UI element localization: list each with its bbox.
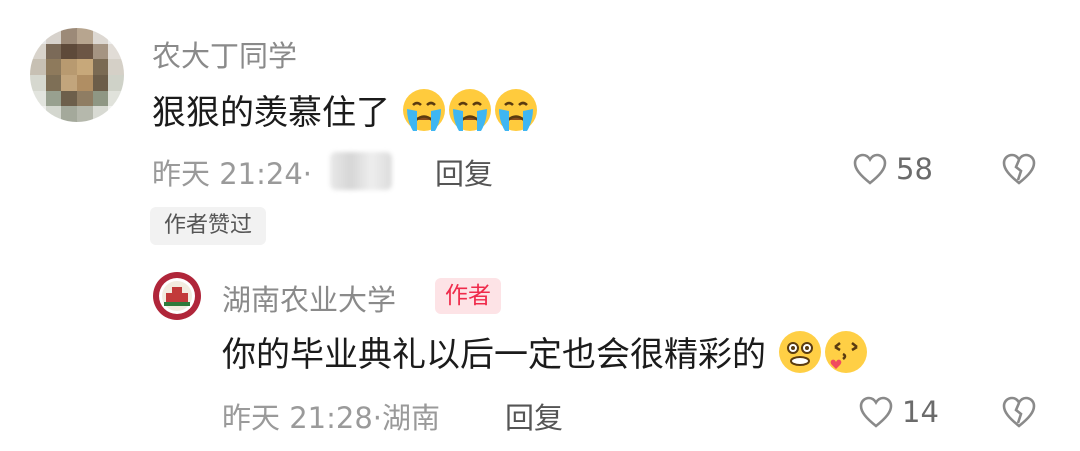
reply-text: 你的毕业典礼以后一定也会很精彩的 xyxy=(222,335,766,375)
dislike-button[interactable] xyxy=(1001,152,1037,190)
crying-face-emoji xyxy=(447,87,493,142)
heart-icon xyxy=(852,152,888,190)
broken-heart-icon xyxy=(1001,395,1037,433)
crying-face-emoji xyxy=(401,87,447,142)
reply-text-row: 你的毕业典礼以后一定也会很精彩的 xyxy=(222,327,869,384)
commenter-avatar[interactable] xyxy=(30,28,124,122)
kissing-face-emoji xyxy=(823,329,869,384)
comment-timestamp: 昨天 21:24· xyxy=(152,157,313,191)
comment-text: 狠狠的羡慕住了 xyxy=(152,93,390,133)
blurred-location xyxy=(330,152,392,190)
commenter-username[interactable]: 农大丁同学 xyxy=(152,33,297,75)
comment-text-row: 狠狠的羡慕住了 xyxy=(152,85,539,142)
reply-dislike-button[interactable] xyxy=(1001,395,1037,433)
reply-reply-button[interactable]: 回复 xyxy=(505,395,563,437)
reply-button[interactable]: 回复 xyxy=(435,151,493,193)
author-badge: 作者 xyxy=(435,278,501,314)
reply-like-button[interactable]: 14 xyxy=(858,395,939,433)
heart-icon xyxy=(858,395,894,433)
silly-face-emoji xyxy=(777,329,823,384)
liked-by-author-badge: 作者赞过 xyxy=(150,207,267,245)
crying-face-emoji xyxy=(493,87,539,142)
reply-username[interactable]: 湖南农业大学 xyxy=(222,277,396,319)
university-logo-avatar[interactable] xyxy=(152,271,202,321)
reply-like-count: 14 xyxy=(902,395,939,429)
reply-timestamp-location: 昨天 21:28·湖南 xyxy=(222,401,441,435)
like-button[interactable]: 58 xyxy=(852,152,933,190)
like-count: 58 xyxy=(896,152,933,186)
broken-heart-icon xyxy=(1001,152,1037,190)
